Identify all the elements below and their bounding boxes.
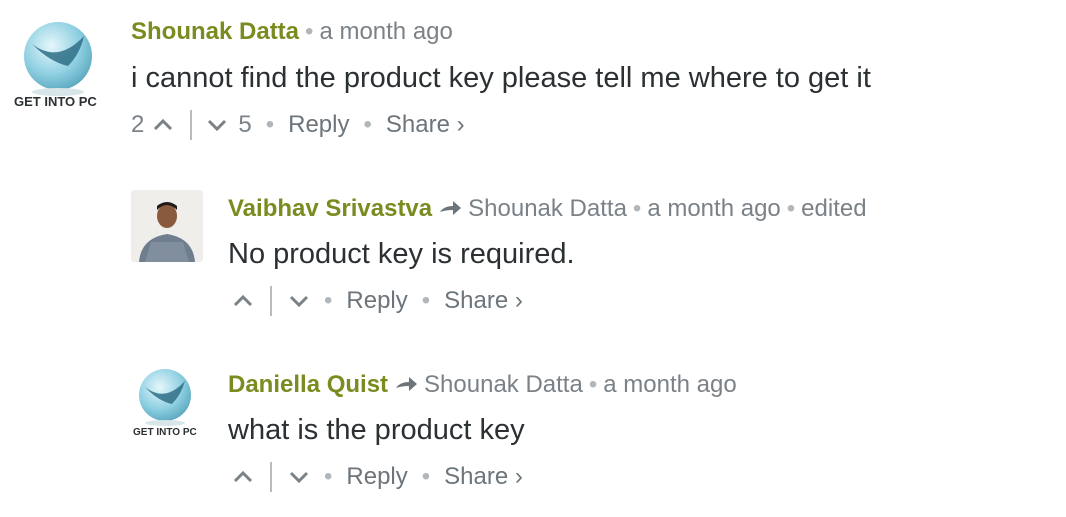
separator-dot: • [786, 195, 796, 222]
separator-dot: • [421, 463, 431, 490]
avatar-getintopc[interactable]: GET INTO PC [14, 14, 114, 114]
reply-button[interactable]: Reply [346, 463, 407, 491]
upvote-chevron-icon[interactable] [152, 118, 174, 132]
timestamp[interactable]: a month ago [603, 371, 736, 399]
separator-dot: • [305, 18, 314, 45]
reply-arrow-icon [396, 377, 418, 391]
separator-dot: • [265, 111, 275, 138]
comment-actions: 2 5 • Reply • Share › [131, 110, 465, 140]
getintopc-logo-icon: GET INTO PC [14, 22, 97, 109]
separator-dot: • [632, 195, 642, 222]
svg-text:GET INTO PC: GET INTO PC [14, 94, 97, 109]
share-button[interactable]: Share › [386, 111, 465, 139]
downvote-chevron-icon[interactable] [288, 294, 310, 308]
author-name[interactable]: Daniella Quist [228, 371, 388, 399]
comment-actions: • Reply • Share › [232, 462, 523, 492]
vote-divider [270, 286, 272, 316]
separator-dot: • [588, 371, 598, 398]
timestamp[interactable]: a month ago [647, 195, 780, 223]
upvote-chevron-icon[interactable] [232, 470, 254, 484]
upvote-count: 2 [131, 111, 145, 138]
separator-dot: • [421, 287, 431, 314]
getintopc-logo-icon: GET INTO PC [133, 369, 197, 438]
comment-header: Daniella Quist Shounak Datta • a month a… [228, 371, 737, 399]
downvote-chevron-icon[interactable] [288, 470, 310, 484]
comment-header: Vaibhav Srivastva Shounak Datta • a mont… [228, 195, 867, 223]
separator-dot: • [324, 287, 333, 314]
reply-to-name[interactable]: Shounak Datta [424, 371, 583, 399]
reply-to-name[interactable]: Shounak Datta [468, 195, 627, 223]
comment-actions: • Reply • Share › [232, 286, 523, 316]
reply-button[interactable]: Reply [346, 287, 407, 315]
author-name[interactable]: Shounak Datta [131, 18, 299, 46]
user-photo-icon [131, 190, 203, 262]
share-button[interactable]: Share › [444, 287, 523, 315]
reply-button[interactable]: Reply [288, 111, 349, 139]
reply-arrow-icon [440, 201, 462, 215]
comment-text: what is the product key [228, 414, 525, 446]
avatar-getintopc[interactable]: GET INTO PC [131, 365, 207, 441]
svg-text:GET INTO PC: GET INTO PC [133, 427, 197, 438]
vote-divider [270, 462, 272, 492]
comment-header: Shounak Datta • a month ago [131, 18, 453, 46]
author-name[interactable]: Vaibhav Srivastva [228, 195, 432, 223]
avatar-vaibhav[interactable] [131, 190, 203, 262]
comment-text: No product key is required. [228, 238, 575, 270]
downvote-chevron-icon[interactable] [206, 118, 228, 132]
edited-label: edited [801, 195, 867, 222]
timestamp[interactable]: a month ago [319, 18, 452, 46]
vote-divider [190, 110, 193, 140]
downvote-count: 5 [238, 111, 252, 138]
separator-dot: • [324, 463, 333, 490]
upvote-chevron-icon[interactable] [232, 294, 254, 308]
separator-dot: • [363, 111, 372, 138]
share-button[interactable]: Share › [444, 463, 523, 491]
comment-text: i cannot find the product key please tel… [131, 62, 871, 94]
